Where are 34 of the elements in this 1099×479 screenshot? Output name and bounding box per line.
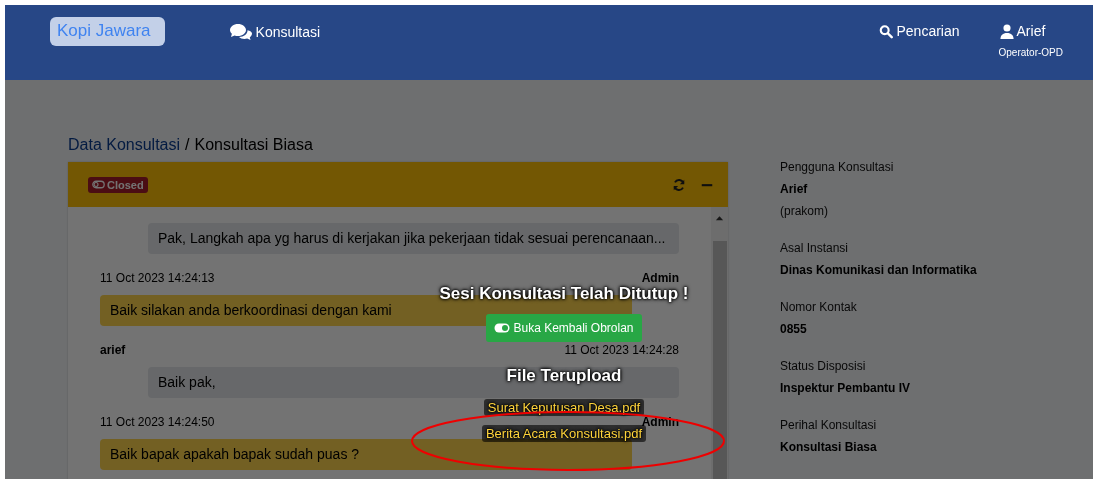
detail-label: Status Disposisi — [780, 359, 867, 373]
detail-value: Konsultasi Biasa — [780, 440, 878, 454]
detail-label: Pengguna Konsultasi — [780, 160, 895, 174]
user-icon — [999, 23, 1014, 39]
detail-value: Arief — [780, 182, 809, 196]
message-bubble: Pak, Langkah apa yg harus di kerjakan jika pekerjaan tidak sesuai perencanaan... — [148, 223, 679, 254]
message-time: 11 Oct 2023 14:24:28 — [564, 344, 679, 357]
toggle-off-icon — [92, 180, 105, 189]
search-icon — [879, 23, 894, 39]
toggle-icon — [494, 323, 511, 333]
detail-value: Inspektur Pembantu IV — [780, 381, 912, 395]
status-badge: Closed — [88, 176, 148, 193]
breadcrumb-separator: / — [185, 136, 190, 154]
scrollbar[interactable] — [711, 207, 728, 479]
detail-note: (prakom) — [780, 204, 829, 218]
detail-value: 0855 — [780, 322, 808, 336]
user-role: Operator-OPD — [998, 47, 1063, 58]
chat-bubbles-icon — [228, 23, 253, 41]
message-bubble: Baik bapak apakah bapak sudah puas ? — [100, 439, 632, 470]
breadcrumb-current: Konsultasi Biasa — [194, 136, 313, 154]
refresh-icon[interactable] — [672, 177, 686, 192]
user-menu[interactable]: Arief — [999, 23, 1046, 39]
detail-label: Perihal Konsultasi — [780, 418, 878, 432]
search-link[interactable]: Pencarian — [879, 23, 960, 39]
files-heading: File Terupload — [506, 366, 622, 386]
detail-label: Nomor Kontak — [780, 300, 858, 314]
detail-label: Asal Instansi — [780, 241, 850, 255]
nav-link[interactable]: Konsultasi — [228, 23, 321, 41]
message-time: 11 Oct 2023 14:24:50 — [100, 416, 215, 429]
message-sender: arief — [100, 344, 126, 357]
scroll-up-icon[interactable] — [715, 215, 724, 221]
detail-value: Dinas Komunikasi dan Informatika — [780, 263, 977, 277]
message-sender: Admin — [641, 272, 679, 285]
message-time: 11 Oct 2023 14:24:13 — [100, 272, 215, 285]
